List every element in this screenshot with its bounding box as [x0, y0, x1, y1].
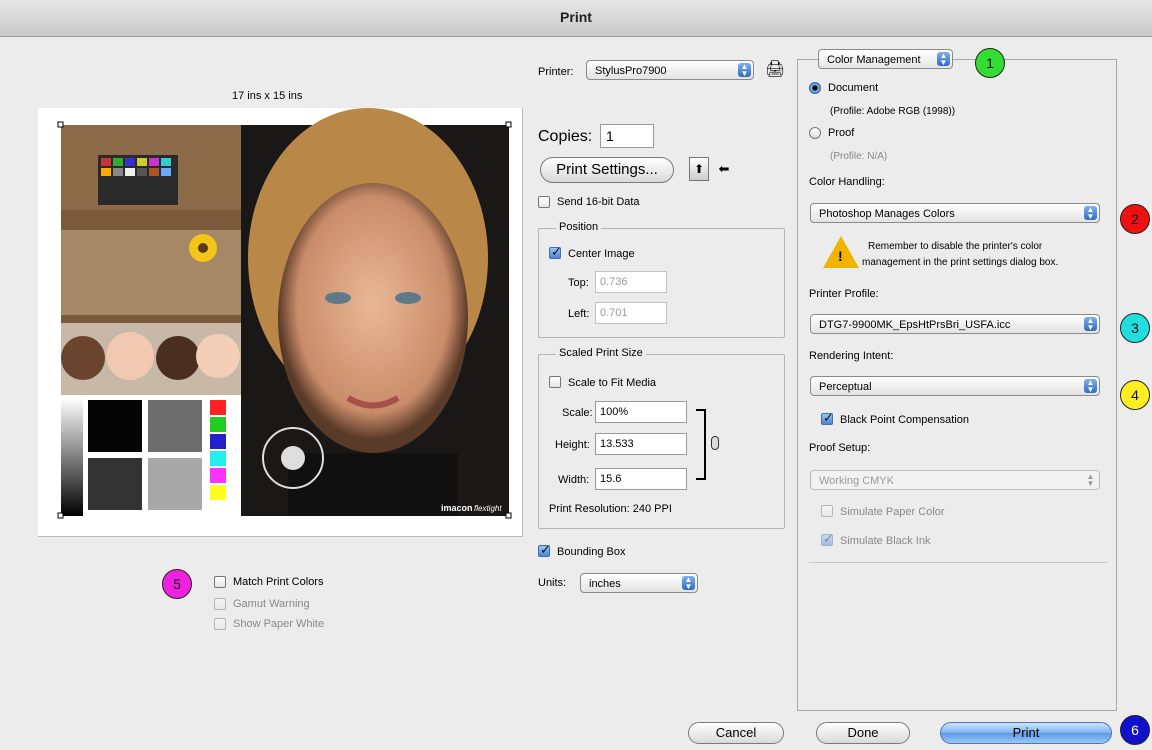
- link-bracket: [696, 409, 706, 480]
- panel-divider: [809, 562, 1107, 563]
- position-group-title: Position: [556, 221, 602, 233]
- popup-arrows-icon: ▲ ▼: [1084, 206, 1097, 221]
- warning-text-1: Remember to disable the printer's color: [868, 241, 1043, 252]
- color-handling-value: Photoshop Manages Colors: [819, 208, 955, 220]
- cancel-button[interactable]: Cancel: [688, 722, 784, 744]
- match-print-colors-label: Match Print Colors: [233, 576, 324, 588]
- popup-arrows-icon: ▲ ▼: [1086, 472, 1095, 488]
- preview-image: [57, 108, 512, 519]
- top-input[interactable]: 0.736: [595, 271, 667, 293]
- print-preview-area[interactable]: imacon flextight: [38, 108, 523, 537]
- printer-setup-icon[interactable]: 🖨: [765, 61, 785, 79]
- rendering-intent-value: Perceptual: [819, 381, 872, 393]
- popup-arrows-icon: ▲ ▼: [1084, 379, 1097, 394]
- popup-arrows-icon: ▲ ▼: [937, 52, 950, 67]
- printer-profile-label: Printer Profile:: [809, 288, 879, 300]
- proof-label: Proof: [828, 127, 855, 139]
- simulate-black-label: Simulate Black Ink: [840, 535, 931, 547]
- units-popup[interactable]: inches ▲ ▼: [580, 573, 698, 593]
- section-popup[interactable]: Color Management ▲ ▼: [818, 49, 953, 69]
- height-input[interactable]: 13.533: [595, 433, 687, 455]
- gamut-warning-checkbox[interactable]: [214, 598, 226, 610]
- print-button[interactable]: Print: [940, 722, 1112, 744]
- send-16bit-label: Send 16-bit Data: [557, 196, 640, 208]
- rendering-intent-popup[interactable]: Perceptual ▲ ▼: [810, 376, 1100, 396]
- printer-label: Printer:: [538, 66, 574, 78]
- popup-arrows-icon: ▲ ▼: [1084, 317, 1097, 332]
- annotation-badge-2: 2: [1120, 204, 1150, 234]
- proof-setup-label: Proof Setup:: [809, 442, 871, 454]
- rendering-intent-label: Rendering Intent:: [809, 350, 894, 362]
- proof-radio[interactable]: [809, 127, 821, 139]
- copies-label: Copies:: [538, 128, 593, 145]
- link-chain-icon[interactable]: [711, 436, 719, 450]
- print-resolution: Print Resolution: 240 PPI: [549, 503, 672, 515]
- printer-profile-value: DTG7-9900MK_EpsHtPrsBri_USFA.icc: [819, 319, 1011, 331]
- units-label: Units:: [538, 577, 567, 589]
- annotation-badge-4: 4: [1120, 380, 1150, 410]
- popup-arrows-icon: ▲ ▼: [682, 576, 695, 591]
- section-popup-value: Color Management: [827, 54, 921, 66]
- left-input[interactable]: 0.701: [595, 302, 667, 324]
- printer-popup[interactable]: StylusPro7900 ▲ ▼: [586, 60, 754, 80]
- gamut-warning-label: Gamut Warning: [233, 598, 310, 610]
- print-settings-button[interactable]: Print Settings...: [540, 157, 674, 183]
- warning-icon-mark: !: [838, 248, 843, 264]
- document-label: Document: [828, 82, 879, 94]
- landscape-orientation-icon[interactable]: ⬅: [714, 159, 734, 179]
- annotation-badge-3: 3: [1120, 313, 1150, 343]
- annotation-badge-5: 5: [162, 569, 192, 599]
- width-label: Width:: [558, 474, 590, 486]
- color-handling-popup[interactable]: Photoshop Manages Colors ▲ ▼: [810, 203, 1100, 223]
- simulate-black-checkbox[interactable]: [821, 531, 834, 547]
- annotation-badge-1: 1: [975, 48, 1005, 78]
- popup-arrows-icon: ▲ ▼: [738, 63, 751, 78]
- warning-text-2: management in the print settings dialog …: [862, 257, 1059, 268]
- height-label: Height:: [555, 439, 590, 451]
- bounding-box-checkbox[interactable]: [538, 542, 551, 558]
- show-paper-white-checkbox[interactable]: [214, 618, 226, 630]
- simulate-paper-label: Simulate Paper Color: [840, 506, 945, 518]
- proof-setup-value: Working CMYK: [819, 475, 894, 487]
- printer-profile-popup[interactable]: DTG7-9900MK_EpsHtPrsBri_USFA.icc ▲ ▼: [810, 314, 1100, 334]
- done-button[interactable]: Done: [816, 722, 910, 744]
- window-title: Print: [560, 9, 592, 25]
- color-handling-label: Color Handling:: [809, 176, 885, 188]
- simulate-paper-checkbox[interactable]: [821, 505, 833, 517]
- bounding-box-label: Bounding Box: [557, 546, 626, 558]
- proof-profile: (Profile: N/A): [830, 151, 888, 162]
- match-print-colors-checkbox[interactable]: [214, 576, 226, 588]
- left-label: Left:: [568, 308, 590, 320]
- black-point-checkbox[interactable]: [821, 410, 834, 426]
- printer-popup-value: StylusPro7900: [595, 65, 667, 77]
- portrait-orientation-icon[interactable]: ⬆: [689, 157, 709, 181]
- top-label: Top:: [568, 277, 589, 289]
- units-popup-value: inches: [589, 578, 621, 590]
- preview-size-label: 17 ins x 15 ins: [232, 90, 303, 102]
- center-image-label: Center Image: [568, 248, 635, 260]
- proof-setup-popup[interactable]: Working CMYK ▲ ▼: [810, 470, 1100, 490]
- center-image-checkbox[interactable]: [549, 244, 562, 260]
- scale-to-fit-checkbox[interactable]: [549, 376, 561, 388]
- send-16bit-checkbox[interactable]: [538, 196, 550, 208]
- scaled-print-size-title: Scaled Print Size: [556, 347, 646, 359]
- scale-to-fit-label: Scale to Fit Media: [568, 377, 657, 389]
- photo-credit: imacon: [441, 503, 473, 513]
- black-point-label: Black Point Compensation: [840, 414, 970, 426]
- document-profile: (Profile: Adobe RGB (1998)): [830, 106, 956, 117]
- scale-input[interactable]: 100%: [595, 401, 687, 423]
- photo-credit-2: flextight: [474, 504, 502, 513]
- document-radio[interactable]: [809, 82, 821, 94]
- width-input[interactable]: 15.6: [595, 468, 687, 490]
- annotation-badge-6: 6: [1120, 715, 1150, 745]
- copies-input[interactable]: 1: [600, 124, 654, 148]
- scale-label: Scale:: [562, 407, 593, 419]
- show-paper-white-label: Show Paper White: [233, 618, 325, 630]
